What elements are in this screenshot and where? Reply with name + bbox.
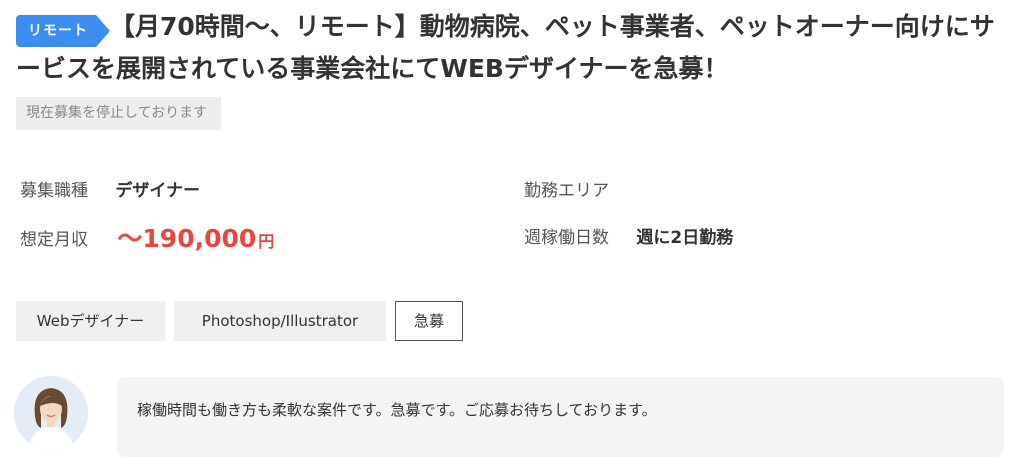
tag-photoshop-illustrator[interactable]: Photoshop/Illustrator [174,301,386,341]
days-value: 週に2日勤務 [636,228,734,248]
tag-urgent[interactable]: 急募 [395,301,463,341]
area-label: 勤務エリア [524,181,609,201]
remote-badge: リモート [16,15,110,47]
category-value: デザイナー [115,181,201,201]
salary-row: 想定月収 〜190,000 円 [20,219,274,255]
status-badge: 現在募集を停止しております [16,97,222,130]
area-row: 勤務エリア [524,176,636,201]
category-row: 募集職種 デザイナー [20,176,200,201]
salary-label: 想定月収 [20,229,88,250]
category-label: 募集職種 [20,181,88,201]
days-row: 週稼働日数 週に2日勤務 [524,223,733,248]
comment-text: 稼働時間も働き方も柔軟な案件です。急募です。ご応募お待ちしております。 [137,401,657,419]
tag-web-designer[interactable]: Webデザイナー [16,301,165,341]
job-title[interactable]: 【月70時間〜、リモート】動物病院、ペット事業者、ペットオーナー向けにサービスを… [16,12,995,83]
recruiter-comment: 稼働時間も働き方も柔軟な案件です。急募です。ご応募お待ちしております。 [117,377,1004,457]
job-header: リモート 【月70時間〜、リモート】動物病院、ペット事業者、ペットオーナー向けに… [16,6,1006,90]
salary-value: 〜190,000 [117,224,257,253]
days-label: 週稼働日数 [524,228,609,248]
salary-amount: 〜190,000 円 [117,219,274,255]
recruiter-avatar [14,376,88,450]
salary-unit: 円 [258,232,275,251]
person-portrait-icon [14,376,88,450]
